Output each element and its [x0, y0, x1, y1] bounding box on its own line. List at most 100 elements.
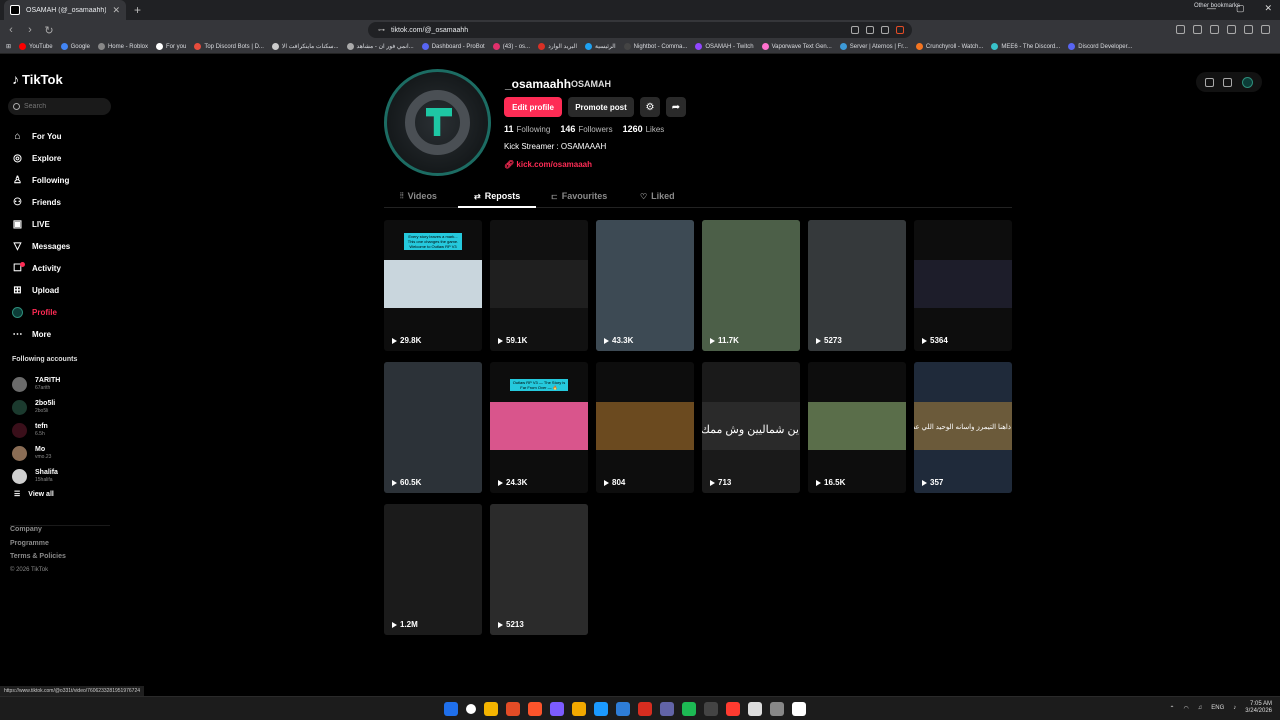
- new-tab-icon[interactable]: +: [134, 3, 141, 17]
- taskbar-app-icon[interactable]: [594, 702, 608, 716]
- address-bar[interactable]: ⊶ tiktok.com/@_osamaahh: [368, 22, 912, 38]
- tab-liked[interactable]: ♡ Liked: [640, 191, 675, 201]
- clock[interactable]: 7:05 AM 3/24/2026: [1245, 701, 1272, 715]
- device-icon[interactable]: [1223, 77, 1233, 87]
- bookmark-item[interactable]: Dashboard - ProBot: [421, 43, 485, 50]
- volume-icon[interactable]: ♪: [1233, 705, 1236, 711]
- taskbar-app-icon[interactable]: [638, 702, 652, 716]
- tab-reposts[interactable]: ⇄ Reposts: [474, 191, 520, 201]
- sidebar-icon[interactable]: [1227, 25, 1236, 34]
- video-card[interactable]: 60.5K: [384, 362, 482, 493]
- puzzle-icon[interactable]: [1193, 25, 1202, 34]
- translate-icon[interactable]: [851, 26, 859, 34]
- video-card[interactable]: ذاهنا التيمرز واسانه الوحيد اللي عطانا و…: [914, 362, 1012, 493]
- video-card[interactable]: 1.2M: [384, 504, 482, 635]
- nav-item-friends[interactable]: ⚇ Friends: [12, 191, 70, 213]
- taskbar-app-icon[interactable]: [792, 702, 806, 716]
- tray-chevron-icon[interactable]: ⌃: [1170, 705, 1175, 712]
- nav-item-messages[interactable]: ▽ Messages: [12, 235, 71, 257]
- taskbar-app-icon[interactable]: [444, 702, 458, 716]
- profile-link[interactable]: 🔗︎ kick.com/osamaaah: [504, 160, 592, 169]
- taskbar-app-icon[interactable]: [572, 702, 586, 716]
- coins-icon[interactable]: [1204, 77, 1214, 87]
- bookmark-item[interactable]: Home - Roblox: [97, 43, 148, 50]
- promote-post-button[interactable]: Promote post: [568, 97, 634, 117]
- following-account[interactable]: 7ARITH 67arith: [12, 373, 60, 396]
- lang-indicator[interactable]: ENG: [1211, 705, 1224, 711]
- following-stat[interactable]: 11 Following: [504, 124, 550, 134]
- footer-link[interactable]: Programme: [10, 540, 110, 554]
- forward-icon[interactable]: ›: [22, 24, 38, 36]
- tiktok-logo[interactable]: ♪ TikTok: [12, 71, 63, 87]
- footer-link[interactable]: Company: [10, 526, 110, 540]
- bookmark-item[interactable]: Discord Developer...: [1068, 43, 1132, 50]
- bookmark-item[interactable]: Nightbot - Comma...: [623, 43, 687, 50]
- bookmark-item[interactable]: انمي فور ان - مشاهد...: [346, 43, 414, 50]
- video-card[interactable]: 804: [596, 362, 694, 493]
- taskbar-app-icon[interactable]: [726, 702, 740, 716]
- followers-stat[interactable]: 146 Followers: [560, 124, 612, 134]
- browser-tab[interactable]: OSAMAH (@_osamaahh) | TikTok ✕: [4, 0, 126, 20]
- following-account[interactable]: 2bo5li 2bo5li: [12, 396, 60, 419]
- media-icon[interactable]: [1210, 25, 1219, 34]
- video-card[interactable]: 43.3K: [596, 220, 694, 351]
- bookmark-item[interactable]: Crunchyroll - Watch...: [915, 43, 983, 50]
- video-card[interactable]: Every story leaves a mark... This one ch…: [384, 220, 482, 351]
- taskbar-app-icon[interactable]: [704, 702, 718, 716]
- profile-link-text[interactable]: kick.com/osamaaah: [516, 160, 592, 169]
- bookmark-item[interactable]: (43) - os...: [492, 43, 530, 50]
- video-card[interactable]: 59.1K: [490, 220, 588, 351]
- bookmark-star-icon[interactable]: [896, 26, 904, 34]
- taskbar-app-icon[interactable]: [616, 702, 630, 716]
- tab-favourites[interactable]: ⊏ Favourites: [551, 191, 607, 201]
- bookmark-item[interactable]: الرئيسية: [585, 43, 616, 50]
- site-info-icon[interactable]: ⊶: [378, 26, 385, 34]
- taskbar-app-icon[interactable]: [506, 702, 520, 716]
- search-input[interactable]: [24, 103, 104, 110]
- screenshot-icon[interactable]: [866, 26, 874, 34]
- video-card[interactable]: 16.5K: [808, 362, 906, 493]
- other-bookmarks[interactable]: Other bookmarks: [1194, 3, 1240, 9]
- settings-button[interactable]: ⚙: [640, 97, 660, 117]
- taskbar-app-icon[interactable]: [770, 702, 784, 716]
- taskbar-app-icon[interactable]: [682, 702, 696, 716]
- nav-item-profile[interactable]: Profile: [12, 301, 70, 323]
- taskbar-app-icon[interactable]: [660, 702, 674, 716]
- nav-item-upload[interactable]: ⊞ Upload: [12, 279, 70, 301]
- bookmark-item[interactable]: Top Discord Bots | D...: [194, 43, 264, 50]
- apps-icon[interactable]: ⊞: [6, 43, 11, 50]
- wifi-icon[interactable]: ◠: [1184, 705, 1189, 712]
- bookmark-item[interactable]: البريد الوارد: [538, 43, 577, 50]
- view-all-button[interactable]: ☰ View all: [14, 490, 60, 499]
- video-card[interactable]: 5273: [808, 220, 906, 351]
- headset-icon[interactable]: ♫: [1198, 705, 1203, 711]
- edit-profile-button[interactable]: Edit profile: [504, 97, 562, 117]
- video-card[interactable]: 5213: [490, 504, 588, 635]
- bookmark-item[interactable]: OSAMAH - Twitch: [695, 43, 754, 50]
- extension-icon[interactable]: [1176, 25, 1185, 34]
- bookmark-item[interactable]: Vaporwave Text Gen...: [761, 43, 832, 50]
- nav-item-following[interactable]: ♙ Following: [12, 169, 70, 191]
- video-card[interactable]: 5364: [914, 220, 1012, 351]
- taskbar-app-icon[interactable]: [528, 702, 542, 716]
- bookmark-item[interactable]: For you: [155, 43, 186, 50]
- taskbar-app-icon[interactable]: [748, 702, 762, 716]
- nav-item-explore[interactable]: ◎ Explore: [12, 147, 70, 169]
- taskbar-app-icon[interactable]: [466, 704, 476, 714]
- tab-videos[interactable]: ⦙⦙ Videos: [400, 191, 437, 201]
- nav-item-more[interactable]: ⋯ More: [12, 323, 70, 345]
- nav-item-for-you[interactable]: ⌂ For You: [12, 125, 70, 147]
- wallet-icon[interactable]: [1244, 25, 1253, 34]
- nav-item-live[interactable]: ▣ LIVE: [12, 213, 70, 235]
- bookmark-item[interactable]: سكنات ماينكرافت الا...: [271, 43, 339, 50]
- bookmark-item[interactable]: Google: [60, 43, 90, 50]
- profile-avatar[interactable]: [384, 69, 491, 176]
- taskbar-app-icon[interactable]: [550, 702, 564, 716]
- nav-item-activity[interactable]: ☐ Activity: [12, 257, 70, 279]
- window-close-icon[interactable]: ✕: [1264, 3, 1272, 14]
- bookmark-item[interactable]: Server | Aternos | Fr...: [839, 43, 908, 50]
- video-card[interactable]: 11.7K: [702, 220, 800, 351]
- back-icon[interactable]: ‹: [3, 24, 19, 36]
- close-tab-icon[interactable]: ✕: [112, 5, 120, 16]
- user-avatar-icon[interactable]: [1242, 76, 1254, 88]
